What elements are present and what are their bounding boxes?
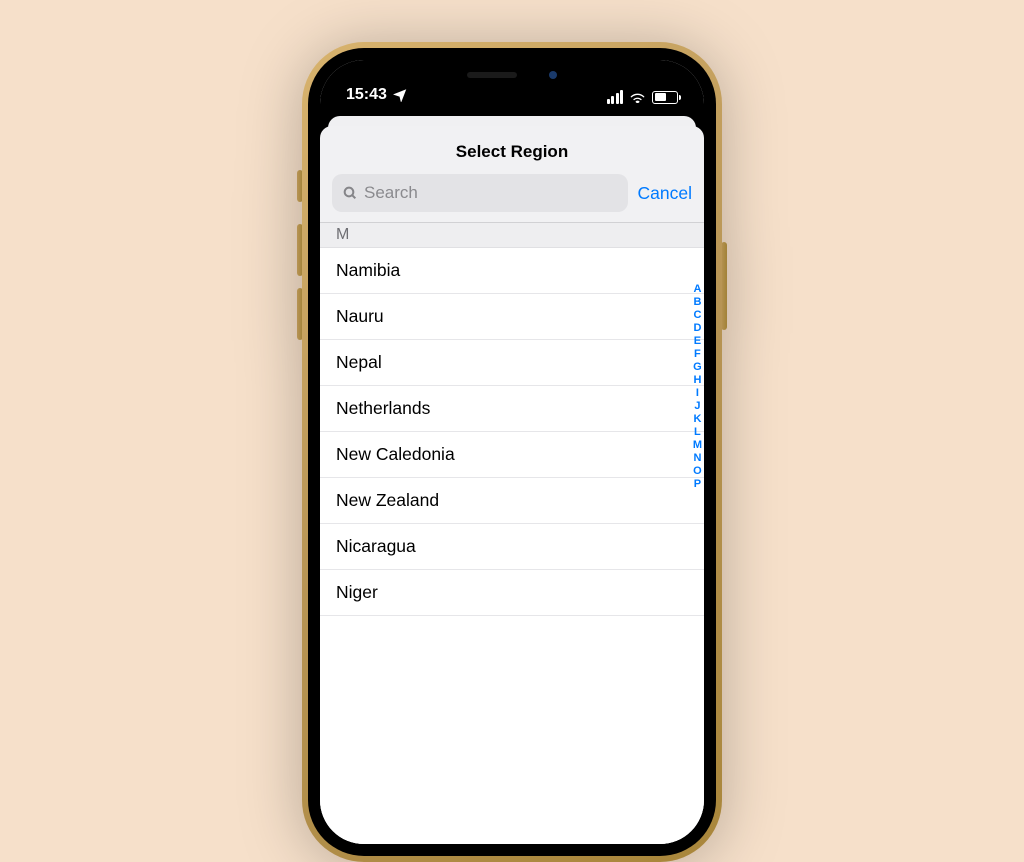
list-item[interactable]: New Caledonia [320,432,704,478]
index-letter[interactable]: H [693,374,702,387]
cancel-button[interactable]: Cancel [638,183,692,204]
notch [407,60,617,90]
index-letter[interactable]: O [693,465,702,478]
alphabet-index[interactable]: A B C D E F G H I J K L M [693,283,702,491]
select-region-sheet: Select Region Cancel M Namibia Nauru Nep… [320,126,704,844]
location-arrow-icon [393,88,407,102]
battery-icon [652,91,678,104]
index-letter[interactable]: D [693,322,702,335]
index-letter[interactable]: I [693,387,702,400]
list-item[interactable]: Netherlands [320,386,704,432]
section-header: M [320,223,704,248]
region-list[interactable]: M Namibia Nauru Nepal Netherlands New Ca… [320,222,704,844]
phone-frame: 15:43 Selec [302,42,722,862]
list-item[interactable]: New Zealand [320,478,704,524]
index-letter[interactable]: P [693,478,702,491]
index-letter[interactable]: F [693,348,702,361]
index-letter[interactable]: L [693,426,702,439]
phone-mockup: 15:43 Selec [302,42,722,862]
cellular-signal-icon [607,90,624,104]
search-icon [342,185,358,201]
index-letter[interactable]: J [693,400,702,413]
list-item[interactable]: Nicaragua [320,524,704,570]
sheet-title: Select Region [320,126,704,174]
front-camera [549,71,557,79]
list-item[interactable]: Nepal [320,340,704,386]
list-item[interactable]: Namibia [320,248,704,294]
status-time: 15:43 [346,86,387,104]
speaker-grille [467,72,517,78]
index-letter[interactable]: N [693,452,702,465]
index-letter[interactable]: E [693,335,702,348]
phone-screen: 15:43 Selec [320,60,704,844]
index-letter[interactable]: A [693,283,702,296]
index-letter[interactable]: M [693,439,702,452]
index-letter[interactable]: B [693,296,702,309]
wifi-icon [629,91,646,104]
search-box[interactable] [332,174,628,212]
index-letter[interactable]: G [693,361,702,374]
list-item[interactable]: Nauru [320,294,704,340]
index-letter[interactable]: K [693,413,702,426]
index-letter[interactable]: C [693,309,702,322]
list-item[interactable]: Niger [320,570,704,616]
search-input[interactable] [364,183,618,203]
battery-fill [655,93,667,101]
